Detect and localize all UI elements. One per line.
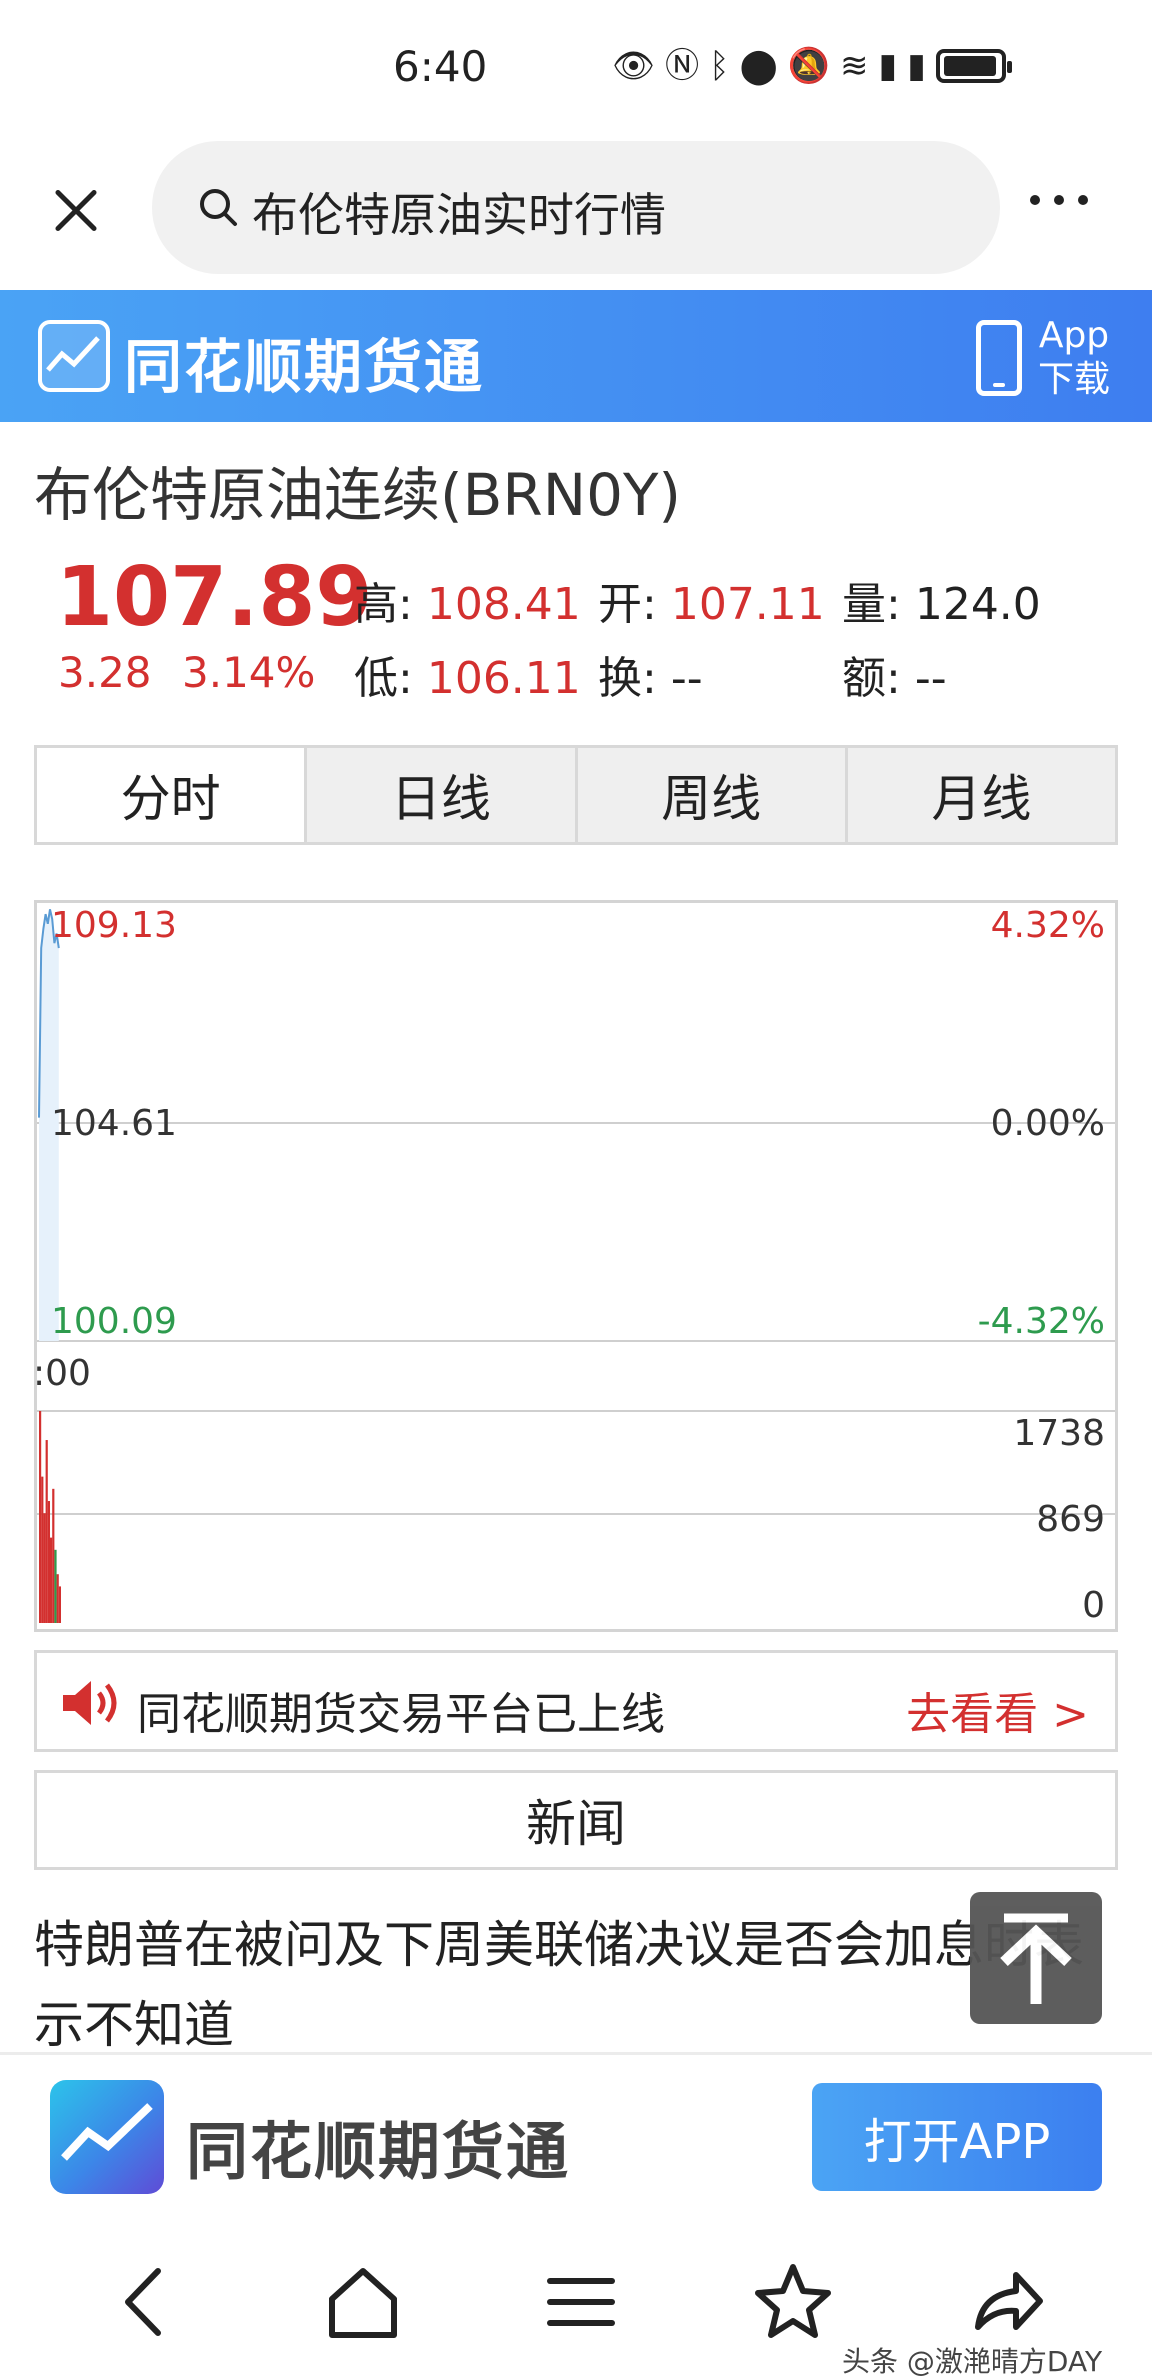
quote-high: 高: 108.41 [354, 579, 581, 630]
volume-bar [43, 1513, 46, 1623]
app-label-line2: 下载 [1038, 359, 1111, 400]
nfc-icon: Ⓝ [665, 46, 700, 86]
volume-axis-mid: 869 [1036, 1499, 1105, 1540]
app-label-line1: App [1038, 315, 1110, 356]
trading-platform-notice[interactable]: 同花顺期货交易平台已上线 去看看 > [34, 1650, 1118, 1752]
menu-icon[interactable] [536, 2257, 626, 2347]
volume-bar [39, 1411, 42, 1623]
eye-icon: 👁 [612, 46, 656, 86]
search-input[interactable]: 布伦特原油实时行情 [152, 141, 1000, 274]
news-headline[interactable]: 特朗普在被问及下周美联储决议是否会加息时表示不知道 [34, 1905, 1094, 2065]
speaker-icon [63, 1681, 117, 1725]
back-icon[interactable] [102, 2257, 192, 2347]
instrument-title: 布伦特原油连续(BRN0Y) [34, 461, 682, 529]
bluetooth-icon: ᛒ [709, 46, 730, 86]
last-price: 107.89 [56, 550, 373, 645]
signal-icon: ▮ [878, 46, 898, 86]
volume-bar [47, 1501, 50, 1623]
home-icon[interactable] [318, 2257, 408, 2347]
brand-name: 同花顺期货通 [124, 333, 485, 401]
intraday-chart: 109.13 104.61 100.09 4.32% 0.00% -4.32% … [33, 900, 1118, 1632]
open-app-button[interactable]: 打开APP [812, 2083, 1102, 2191]
pct-axis-top: 4.32% [990, 905, 1105, 946]
price-change-pct: 3.14% [182, 648, 316, 697]
period-tabs: 分时 日线 周线 月线 [34, 745, 1118, 845]
volume-bar [58, 1586, 61, 1623]
price-axis-top: 109.13 [51, 905, 177, 946]
price-axis-bottom: 100.09 [51, 1301, 177, 1342]
news-tab[interactable]: 新闻 [34, 1770, 1118, 1870]
wifi-icon: ≋ [839, 46, 869, 86]
brand-header: 同花顺期货通 App 下载 [0, 290, 1152, 422]
phone-icon[interactable] [976, 320, 1022, 396]
price-change: 3.28 [58, 648, 152, 697]
signal-5g-icon: ▮ [907, 46, 926, 86]
more-options-icon[interactable] [1030, 195, 1140, 225]
volume-bar [45, 1440, 48, 1623]
brand-logo-icon [38, 320, 110, 392]
quote-volume: 量: 124.0 [842, 579, 1041, 630]
notice-go-link[interactable]: 去看看 > [906, 1678, 1089, 1742]
volume-bar [50, 1537, 53, 1623]
volume-bar [52, 1488, 55, 1623]
pct-axis-mid: 0.00% [990, 1103, 1105, 1144]
mute-icon: 🔕 [787, 46, 830, 86]
arrow-up-icon [1000, 1913, 1072, 2004]
bookmark-star-icon[interactable] [748, 2257, 838, 2347]
battery-icon [935, 49, 1012, 83]
volume-axis-bottom: 0 [1082, 1585, 1105, 1626]
volume-axis-top: 1738 [1013, 1413, 1105, 1454]
search-icon [200, 189, 237, 226]
close-icon[interactable] [40, 175, 110, 245]
volume-bar [56, 1574, 59, 1623]
time-axis-label: :00 [33, 1353, 91, 1394]
footer-logo-icon [50, 2080, 164, 2194]
price-axis-mid: 104.61 [51, 1103, 177, 1144]
back-to-top-button[interactable] [970, 1892, 1102, 2024]
quote-turnover: 换: -- [598, 653, 703, 704]
pct-axis-bottom: -4.32% [977, 1301, 1105, 1342]
quote-amount: 额: -- [842, 653, 947, 704]
volume-series [39, 1411, 61, 1623]
location-icon: ⬤ [739, 46, 778, 86]
quote-low: 低: 106.11 [354, 653, 581, 704]
footer-brand-name: 同花顺期货通 [186, 2115, 571, 2188]
footer-brand-bar: 同花顺期货通 打开APP [0, 2055, 1152, 2215]
status-time: 6:40 [393, 42, 488, 91]
browser-search-row: 布伦特原油实时行情 [0, 135, 1152, 290]
volume-bar [41, 1476, 44, 1623]
app-download-link[interactable]: App 下载 [1038, 314, 1110, 402]
search-query: 布伦特原油实时行情 [252, 188, 666, 242]
watermark-text: 头条 @激滟晴方DAY [842, 2345, 1103, 2376]
quote-open: 开: 107.11 [598, 579, 825, 630]
volume-bar [54, 1549, 57, 1623]
status-icons: 👁 Ⓝ ᛒ ⬤ 🔕 ≋ ▮ ▮ [612, 44, 1012, 88]
notice-text: 同花顺期货交易平台已上线 [137, 1689, 665, 1740]
chart-canvas [37, 909, 1115, 1623]
tab-monthly[interactable]: 月线 [844, 748, 1115, 842]
tab-daily[interactable]: 日线 [304, 748, 575, 842]
status-bar: 6:40 👁 Ⓝ ᛒ ⬤ 🔕 ≋ ▮ ▮ [0, 0, 1152, 135]
share-icon[interactable] [960, 2257, 1050, 2347]
tab-weekly[interactable]: 周线 [574, 748, 845, 842]
tab-intraday[interactable]: 分时 [37, 748, 305, 842]
